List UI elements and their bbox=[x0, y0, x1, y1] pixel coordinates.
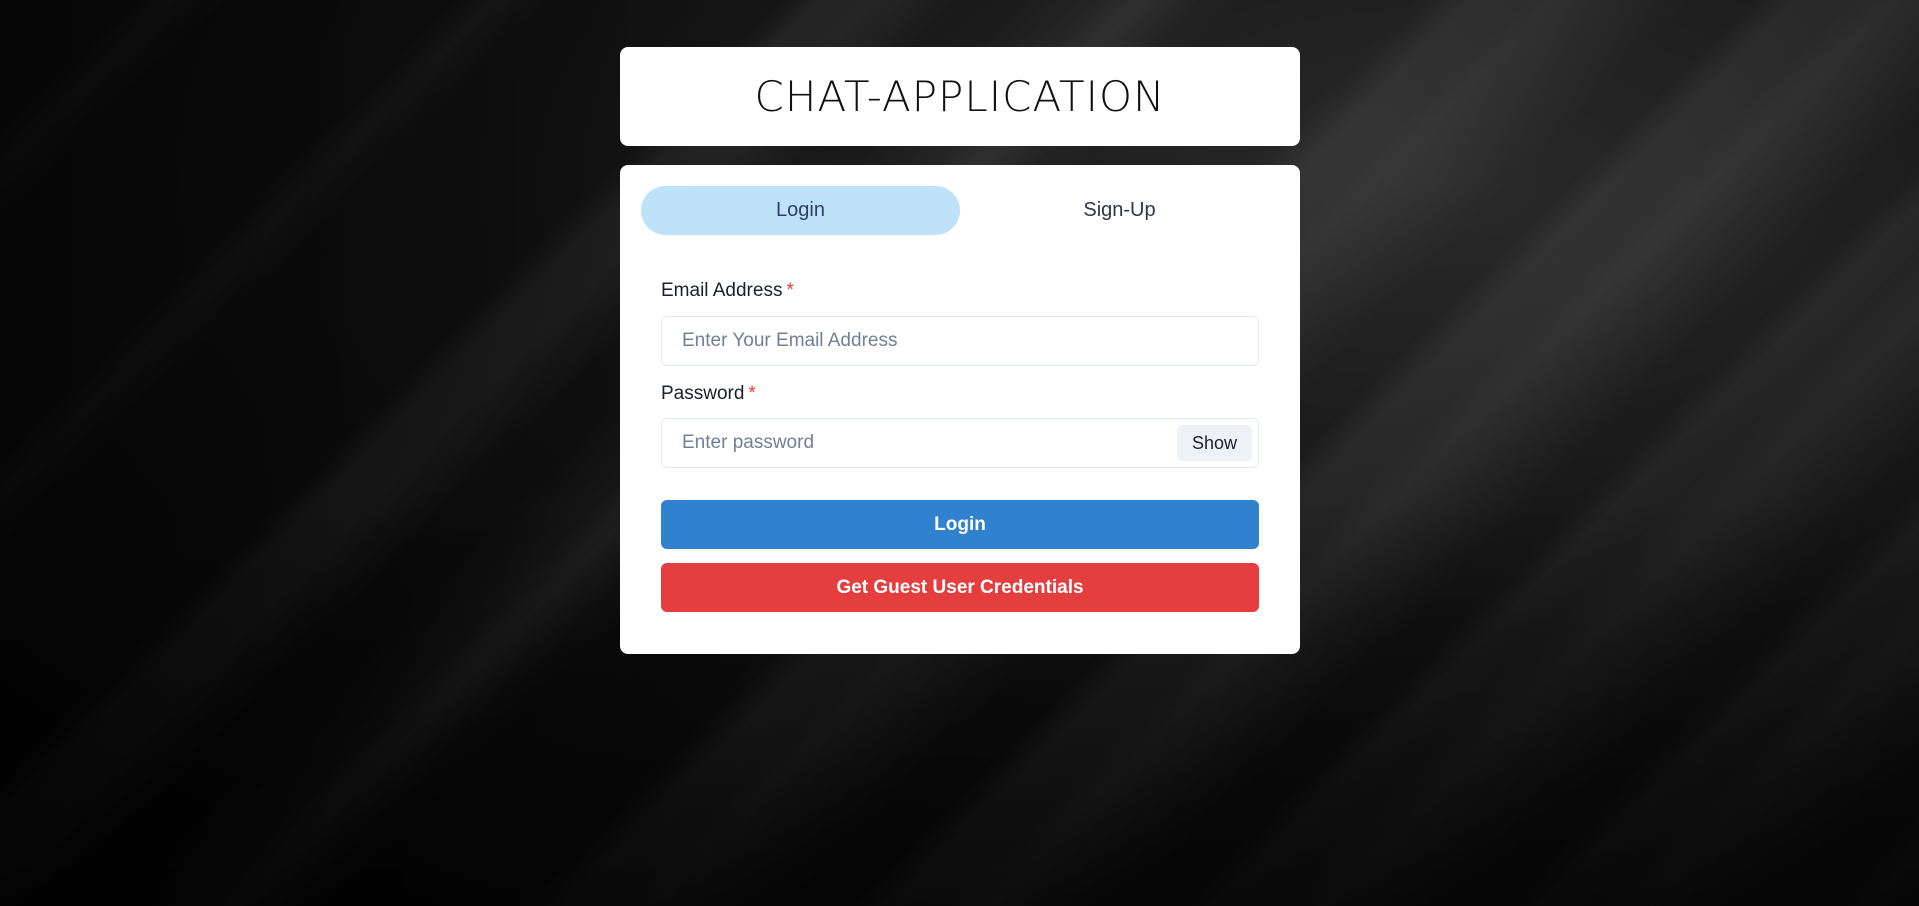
tab-sign-up[interactable]: Sign-Up bbox=[960, 186, 1279, 235]
email-required-mark: * bbox=[786, 280, 794, 301]
app-header-card: CHAT-APPLICATION bbox=[620, 47, 1300, 146]
show-password-button[interactable]: Show bbox=[1177, 425, 1252, 461]
email-input[interactable] bbox=[661, 316, 1259, 366]
guest-credentials-button[interactable]: Get Guest User Credentials bbox=[661, 563, 1259, 612]
password-label-text: Password bbox=[661, 383, 745, 404]
tab-login[interactable]: Login bbox=[641, 186, 960, 235]
password-label: Password * bbox=[661, 383, 756, 405]
password-required-mark: * bbox=[748, 383, 756, 404]
app-title: CHAT-APPLICATION bbox=[754, 72, 1166, 121]
login-button[interactable]: Login bbox=[661, 500, 1259, 549]
auth-tabs: Login Sign-Up bbox=[641, 186, 1279, 235]
password-input[interactable] bbox=[661, 418, 1259, 468]
email-label: Email Address * bbox=[661, 280, 794, 302]
auth-card: Login Sign-Up Email Address* Password* S… bbox=[620, 165, 1300, 654]
email-label-text: Email Address bbox=[661, 280, 783, 301]
